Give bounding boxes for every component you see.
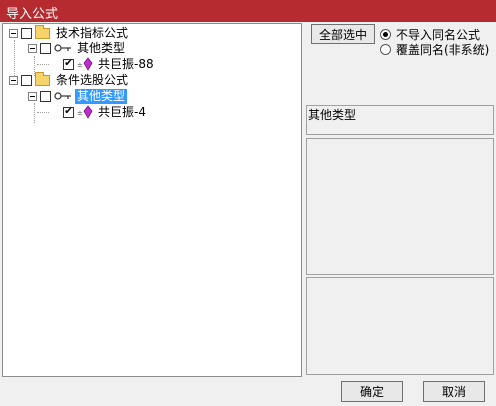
cancel-button[interactable]: 取消 (423, 381, 485, 402)
tree-node-root2-leaf[interactable]: ✔ ± 共巨振-4 (63, 104, 148, 120)
tree-label: 共巨振-4 (98, 104, 146, 119)
formula-gem-icon: ± (77, 57, 93, 71)
radio-label: 覆盖同名(非系统) (396, 43, 490, 57)
tree-node-root1[interactable]: 技术指标公式 (9, 24, 130, 41)
key-icon (54, 44, 71, 52)
collapse-toggle[interactable] (9, 75, 18, 85)
checkbox[interactable] (40, 42, 51, 54)
tree-node-root2-child[interactable]: 其他类型 (28, 88, 128, 104)
folder-icon (35, 24, 50, 39)
tree-node-root1-leaf[interactable]: ✔ ± 共巨振-88 (63, 56, 156, 72)
formula-tree[interactable]: 技术指标公式 其他类型 ✔ ± 共巨振-88 条件选股公式 其他类型 ✔ ± 共… (2, 23, 302, 377)
description-panel (306, 277, 494, 375)
collapse-toggle[interactable] (28, 43, 37, 53)
preview-panel (306, 138, 494, 275)
radio-button[interactable] (380, 44, 391, 55)
folder-icon (35, 71, 50, 86)
window-title: 导入公式 (6, 7, 59, 22)
tree-label-selected: 其他类型 (75, 88, 128, 104)
checkbox-checked[interactable]: ✔ (63, 106, 74, 118)
checkbox[interactable] (21, 27, 32, 39)
checkbox-checked[interactable]: ✔ (63, 58, 74, 70)
svg-text:±: ± (77, 109, 83, 117)
radio-skip-duplicates[interactable]: 不导入同名公式 (380, 27, 480, 42)
info-panel: 其他类型 (306, 105, 494, 135)
info-text: 其他类型 (308, 108, 357, 122)
radio-overwrite-duplicates[interactable]: 覆盖同名(非系统) (380, 42, 489, 57)
tree-label: 技术指标公式 (56, 25, 129, 40)
radio-button-selected[interactable] (380, 29, 391, 40)
collapse-toggle[interactable] (9, 28, 18, 38)
tree-connector (34, 103, 35, 123)
formula-gem-icon: ± (77, 105, 93, 119)
collapse-toggle[interactable] (28, 91, 37, 101)
checkbox[interactable] (40, 90, 51, 102)
tree-node-root2[interactable]: 条件选股公式 (9, 71, 130, 88)
svg-text:±: ± (77, 61, 83, 69)
tree-connector (37, 64, 49, 65)
tree-label: 其他类型 (77, 40, 126, 55)
checkbox[interactable] (21, 74, 32, 86)
tree-node-root1-child[interactable]: 其他类型 (28, 40, 127, 56)
ok-button[interactable]: 确定 (341, 381, 403, 402)
key-icon (54, 92, 71, 100)
select-all-button[interactable]: 全部选中 (311, 24, 375, 44)
tree-label: 共巨振-88 (98, 56, 154, 71)
tree-connector (37, 112, 49, 113)
title-bar: 导入公式 (0, 0, 496, 22)
tree-label: 条件选股公式 (56, 72, 129, 87)
